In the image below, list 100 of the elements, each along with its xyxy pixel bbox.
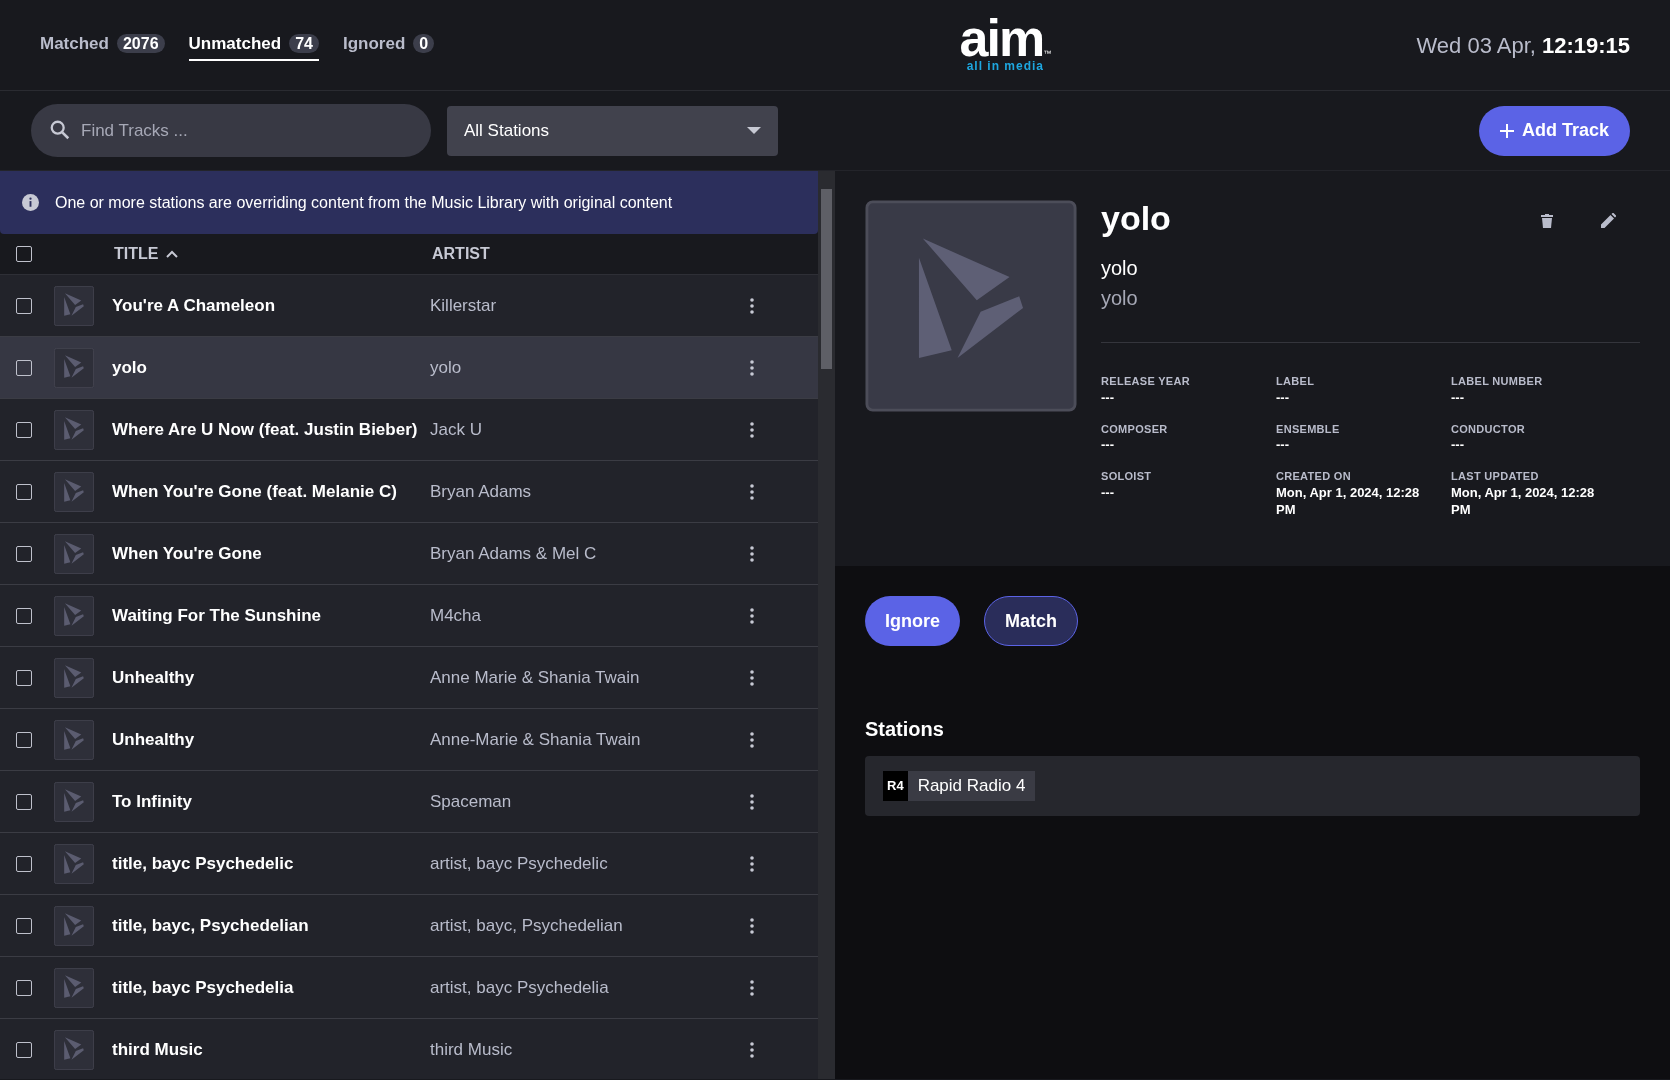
- kebab-menu-icon[interactable]: [750, 297, 754, 314]
- track-artist: Spaceman: [430, 790, 513, 813]
- field-value: Mon, Apr 1, 2024, 12:28 PM: [1451, 484, 1596, 519]
- field-value: Mon, Apr 1, 2024, 12:28 PM: [1276, 484, 1421, 519]
- play-thumbnail-icon: [54, 843, 94, 884]
- match-button[interactable]: Match: [984, 596, 1079, 646]
- table-row[interactable]: title, bayc Psychedelic artist, bayc Psychedelic: [0, 833, 818, 895]
- tab[interactable]: Ignored 0: [342, 29, 435, 61]
- add-track-button[interactable]: Add Track: [1478, 105, 1630, 156]
- table-row[interactable]: To Infinity Spaceman: [0, 771, 818, 833]
- track-title: title, bayc, Psychedelian: [112, 914, 310, 937]
- row-checkbox[interactable]: [16, 359, 32, 376]
- kebab-menu-icon[interactable]: [750, 1041, 754, 1058]
- play-thumbnail-icon: [54, 471, 94, 512]
- play-thumbnail-icon: [54, 533, 94, 574]
- station-chip[interactable]: R4 Rapid Radio 4: [883, 771, 1036, 801]
- row-checkbox[interactable]: [16, 917, 32, 934]
- station-dropdown[interactable]: All Stations: [447, 105, 778, 156]
- kebab-menu-icon[interactable]: [750, 359, 754, 376]
- table-row[interactable]: title, bayc, Psychedelian artist, bayc, Psychedelian: [0, 895, 818, 957]
- sort-ascending-icon[interactable]: [166, 250, 179, 258]
- kebab-menu-icon[interactable]: [750, 979, 754, 996]
- field-label: LABEL NUMBER: [1451, 374, 1544, 390]
- field-value: ---: [1276, 437, 1290, 455]
- caret-icon: [747, 126, 761, 135]
- track-title: When You're Gone: [112, 542, 263, 565]
- kebab-menu-icon[interactable]: [750, 483, 754, 500]
- section-heading: Stations: [865, 717, 945, 742]
- play-thumbnail-icon: [54, 1029, 94, 1070]
- track-title: yolo: [112, 356, 148, 379]
- row-checkbox[interactable]: [16, 483, 32, 500]
- clock-time: 12:19:15: [1541, 31, 1630, 60]
- field-value: ---: [1451, 389, 1465, 407]
- row-checkbox[interactable]: [16, 731, 32, 748]
- kebab-menu-icon[interactable]: [750, 793, 754, 810]
- row-checkbox[interactable]: [16, 855, 32, 872]
- track-artist: artist, bayc Psychedelia: [430, 976, 610, 999]
- clock-date: Wed 03 Apr,: [1416, 31, 1536, 60]
- count-badge: 74: [289, 34, 319, 54]
- track-title: To Infinity: [112, 790, 193, 813]
- row-checkbox[interactable]: [16, 545, 32, 562]
- table-row[interactable]: When You're Gone (feat. Melanie C) Bryan Adams: [0, 461, 818, 523]
- kebab-menu-icon[interactable]: [750, 731, 754, 748]
- kebab-menu-icon[interactable]: [750, 855, 754, 872]
- row-checkbox[interactable]: [16, 1041, 32, 1058]
- row-checkbox[interactable]: [16, 421, 32, 438]
- field-label: CONDUCTOR: [1451, 421, 1526, 437]
- row-checkbox[interactable]: [16, 669, 32, 686]
- row-checkbox[interactable]: [16, 979, 32, 996]
- table-row[interactable]: You're A Chameleon Killerstar: [0, 275, 818, 337]
- track-title: title, bayc Psychedelia: [112, 976, 295, 999]
- table-row[interactable]: Waiting For The Sunshine M4cha: [0, 585, 818, 647]
- track-title: third Music: [112, 1038, 204, 1061]
- scrollbar[interactable]: [818, 171, 835, 1079]
- table-row[interactable]: Unhealthy Anne-Marie & Shania Twain: [0, 709, 818, 771]
- select-all-checkbox[interactable]: [16, 246, 32, 262]
- table-row[interactable]: Where Are U Now (feat. Justin Bieber) Jack U: [0, 399, 818, 461]
- track-artist: Bryan Adams & Mel C: [430, 542, 598, 565]
- album-art-placeholder-icon: [865, 200, 1077, 412]
- kebab-menu-icon[interactable]: [750, 607, 754, 624]
- table-row[interactable]: third Music third Music: [0, 1019, 818, 1079]
- track-subtitle: yolo: [1101, 256, 1139, 282]
- row-checkbox[interactable]: [16, 297, 32, 314]
- trademark-mark: ™: [1043, 47, 1052, 60]
- table-row[interactable]: Unhealthy Anne Marie & Shania Twain: [0, 647, 818, 709]
- kebab-menu-icon[interactable]: [750, 421, 754, 438]
- ignore-button[interactable]: Ignore: [865, 596, 960, 646]
- play-thumbnail-icon: [54, 285, 94, 326]
- kebab-menu-icon[interactable]: [750, 917, 754, 934]
- field-label: ENSEMBLE: [1276, 421, 1341, 437]
- field-value: ---: [1451, 437, 1465, 455]
- track-artist: artist, bayc, Psychedelian: [430, 914, 624, 937]
- field-label: CREATED ON: [1276, 469, 1352, 485]
- scrollbar-thumb[interactable]: [821, 189, 832, 369]
- row-checkbox[interactable]: [16, 607, 32, 624]
- play-thumbnail-icon: [54, 719, 94, 760]
- logo-text: aim: [959, 18, 1044, 60]
- search-field[interactable]: Find Tracks ...: [31, 104, 431, 157]
- track-title: Waiting For The Sunshine: [112, 604, 323, 627]
- field-label: RELEASE YEAR: [1101, 374, 1191, 390]
- kebab-menu-icon[interactable]: [750, 669, 754, 686]
- track-artist: yolo: [1101, 286, 1139, 312]
- field-value: ---: [1101, 484, 1115, 502]
- track-artist: third Music: [430, 1038, 514, 1061]
- play-thumbnail-icon: [54, 657, 94, 698]
- count-badge: 2076: [116, 34, 165, 54]
- row-checkbox[interactable]: [16, 793, 32, 810]
- track-title: title, bayc Psychedelic: [112, 852, 295, 875]
- kebab-menu-icon[interactable]: [750, 545, 754, 562]
- table-row[interactable]: yolo yolo: [0, 337, 818, 399]
- column-header[interactable]: ARTIST: [432, 242, 490, 266]
- play-thumbnail-icon: [54, 347, 94, 388]
- track-artist: M4cha: [430, 604, 483, 627]
- table-row[interactable]: title, bayc Psychedelia artist, bayc Psychedelia: [0, 957, 818, 1019]
- tab[interactable]: Unmatched 74: [188, 29, 319, 61]
- play-thumbnail-icon: [54, 967, 94, 1008]
- column-header[interactable]: TITLE: [114, 242, 159, 266]
- count-badge: 0: [413, 34, 435, 54]
- table-row[interactable]: When You're Gone Bryan Adams & Mel C: [0, 523, 818, 585]
- tab[interactable]: Matched 2076: [40, 29, 165, 61]
